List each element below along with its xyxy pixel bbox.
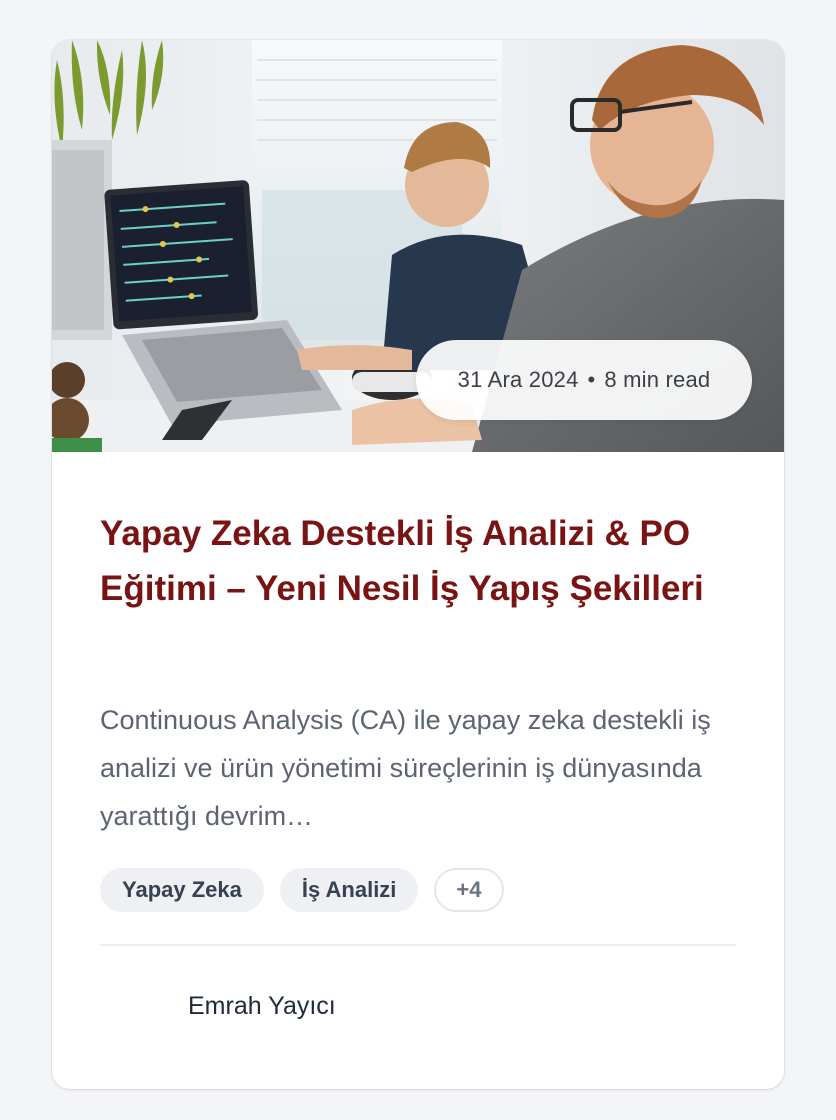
tag-yapay-zeka[interactable]: Yapay Zeka	[100, 868, 264, 912]
tag-is-analizi[interactable]: İş Analizi	[279, 868, 419, 912]
article-excerpt: Continuous Analysis (CA) ile yapay zeka …	[100, 705, 711, 831]
tag-list: Yapay Zeka İş Analizi +4	[100, 868, 504, 912]
article-cover-image[interactable]: 31 Ara 2024 • 8 min read	[52, 40, 784, 452]
publish-date: 31 Ara 2024	[457, 367, 579, 392]
article-title[interactable]: Yapay Zeka Destekli İş Analizi & PO Eğit…	[100, 506, 720, 616]
author-name[interactable]: Emrah Yayıcı	[188, 992, 336, 1021]
article-meta: 31 Ara 2024 • 8 min read	[416, 340, 752, 420]
card-divider	[100, 944, 736, 946]
more-tags-badge[interactable]: +4	[434, 868, 504, 912]
article-card[interactable]: 31 Ara 2024 • 8 min read Yapay Zeka Dest…	[52, 40, 784, 1089]
meta-separator: •	[587, 367, 596, 392]
read-time: 8 min read	[604, 367, 711, 392]
